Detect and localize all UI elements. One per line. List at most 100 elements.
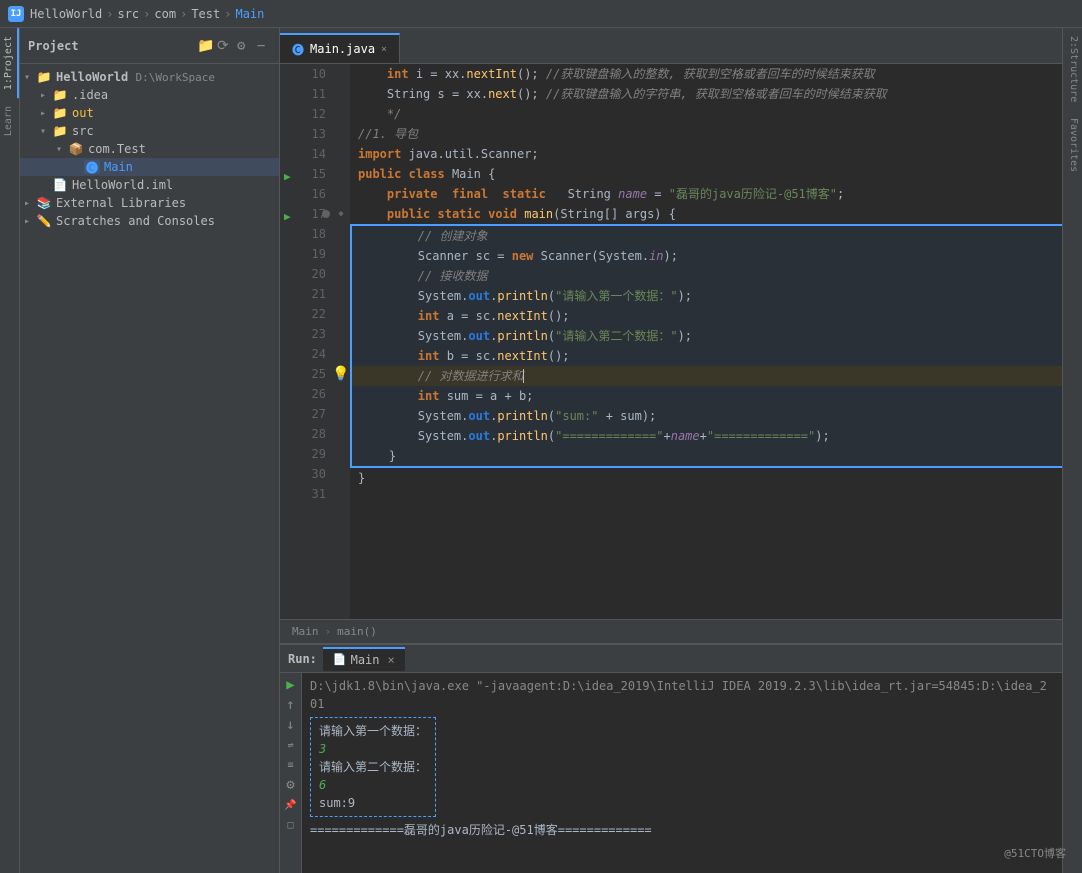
folder-icon-src: 📁 [52, 124, 68, 138]
run-wrap-button[interactable]: ⇌ [283, 737, 299, 753]
side-tab-learn[interactable]: Learn [0, 98, 19, 144]
folder-icon-out: 📁 [52, 106, 68, 120]
gutter-26 [332, 384, 350, 404]
code-line-11: String s = xx.next(); //获取键盘输入的字符串, 获取到空… [350, 84, 1062, 104]
code-line-17: public static void main(String[] args) { [350, 204, 1062, 224]
code-line-13: //1. 导包 [350, 124, 1062, 144]
right-tab-structure[interactable]: 2:Structure [1063, 28, 1082, 110]
bc-src: src [117, 7, 139, 21]
package-icon-comtest: 📦 [68, 142, 84, 156]
bookmark-17 [322, 210, 330, 218]
code-line-19: Scanner sc = new Scanner(System.in); [352, 246, 1062, 266]
run-output: D:\jdk1.8\bin\java.exe "-javaagent:D:\id… [302, 673, 1062, 873]
panel-icon-sync[interactable]: ⟳ [217, 39, 231, 53]
gutter-13 [332, 124, 350, 144]
ln-31: 31 [280, 484, 332, 504]
gutter-27 [332, 404, 350, 424]
tab-main-java[interactable]: 🅒 Main.java × [280, 33, 400, 63]
run-down-button[interactable]: ↓ [283, 717, 299, 733]
expand-arrow-comtest[interactable]: ▾ [56, 144, 68, 155]
run-play-button[interactable]: ▶ [283, 677, 299, 693]
expand-arrow-extlibs[interactable]: ▸ [24, 198, 36, 209]
gutter-19 [332, 244, 350, 264]
bc-test: Test [191, 7, 220, 21]
gutter-25: 💡 [332, 364, 350, 384]
panel-icon-folder[interactable]: 📁 [197, 39, 211, 53]
run-pin-button[interactable]: 📌 [283, 797, 299, 813]
tree-item-scratches[interactable]: ▸ ✏️ Scratches and Consoles [20, 212, 279, 230]
gutter-23 [332, 324, 350, 344]
run-settings-button[interactable]: ⚙ [283, 777, 299, 793]
editor-bc-method: main() [337, 625, 377, 638]
ln-16: 16 [280, 184, 332, 204]
gutter-21 [332, 284, 350, 304]
expand-arrow-scratches[interactable]: ▸ [24, 216, 36, 227]
tree-item-helloworld[interactable]: ▾ 📁 HelloWorld D:\WorkSpace [20, 68, 279, 86]
app-logo: IJ [8, 6, 24, 22]
tree-item-idea[interactable]: ▸ 📁 .idea [20, 86, 279, 104]
run-final-text: =============磊哥的java历险记-@51博客===========… [310, 823, 652, 837]
tree-label-extlibs: External Libraries [56, 196, 186, 210]
left-side-tabs: 1:Project Learn [0, 28, 20, 873]
ln-12: 12 [280, 104, 332, 124]
gutter-30 [332, 464, 350, 484]
scratches-icon: ✏️ [36, 214, 52, 228]
tab-close-main[interactable]: × [381, 44, 387, 55]
code-line-24: int b = sc.nextInt(); [352, 346, 1062, 366]
right-tab-favorites[interactable]: Favorites [1063, 110, 1082, 180]
tree-item-extlibs[interactable]: ▸ 📚 External Libraries [20, 194, 279, 212]
code-line-12: */ [350, 104, 1062, 124]
main-layout: 1:Project Learn Project 📁 ⟳ ⚙ − ▾ 📁 Hell… [0, 28, 1082, 873]
run-filter-button[interactable]: ≡ [283, 757, 299, 773]
tree-item-comtest[interactable]: ▾ 📦 com.Test [20, 140, 279, 158]
ln-18: 18 [280, 224, 332, 244]
tree-item-iml[interactable]: 📄 HelloWorld.iml [20, 176, 279, 194]
ln-30: 30 [280, 464, 332, 484]
code-line-23: System.out.println("请输入第二个数据："); [352, 326, 1062, 346]
tree-item-src[interactable]: ▾ 📁 src [20, 122, 279, 140]
tree-label-idea: .idea [72, 88, 108, 102]
code-line-20: // 接收数据 [352, 266, 1062, 286]
expand-arrow-out[interactable]: ▸ [40, 108, 52, 119]
run-layout-button[interactable]: □ [283, 817, 299, 833]
run-tab-main[interactable]: 📄 Main × [323, 647, 405, 671]
file-tree: ▾ 📁 HelloWorld D:\WorkSpace ▸ 📁 .idea ▸ … [20, 64, 279, 873]
tree-label-scratches: Scratches and Consoles [56, 214, 215, 228]
ln-25: 25 [280, 364, 332, 384]
bc-sep4: › [224, 7, 231, 21]
tree-label-comtest: com.Test [88, 142, 146, 156]
panel-icon-settings[interactable]: ⚙ [237, 39, 251, 53]
run-tab-close[interactable]: × [388, 653, 395, 667]
run-up-button[interactable]: ↑ [283, 697, 299, 713]
code-line-26: int sum = a + b; [352, 386, 1062, 406]
tree-item-main[interactable]: 🅒 Main [20, 158, 279, 176]
tree-label-iml: HelloWorld.iml [72, 178, 173, 192]
ln-15: ▶ 15 [280, 164, 332, 184]
tree-item-out[interactable]: ▸ 📁 out [20, 104, 279, 122]
side-tab-project[interactable]: 1:Project [0, 28, 19, 98]
run-out-5: sum:9 [319, 794, 427, 812]
gutter-10 [332, 64, 350, 84]
ln-19: 19 [280, 244, 332, 264]
editor-area: 🅒 Main.java × 10 11 12 13 14 ▶ 15 16 ▶ [280, 28, 1062, 873]
bc-helloworld: HelloWorld [30, 7, 102, 21]
iml-icon: 📄 [52, 178, 68, 192]
run-out-4: 6 [319, 776, 427, 794]
expand-arrow-src[interactable]: ▾ [40, 126, 52, 137]
class-icon-main: 🅒 [84, 160, 100, 174]
code-lines[interactable]: int i = xx.nextInt(); //获取键盘输入的整数, 获取到空格… [350, 64, 1062, 619]
ln-23: 23 [280, 324, 332, 344]
code-line-30: } [350, 468, 1062, 488]
tree-label-main-class: Main [104, 160, 133, 174]
panel-icon-minus[interactable]: − [257, 39, 271, 53]
ln-17: ▶ 17 [280, 204, 332, 224]
gutter-marker-17: ◆ [338, 209, 343, 219]
collapse-arrow[interactable]: ▾ [24, 72, 36, 83]
run-panel: Run: 📄 Main × ▶ ↑ ↓ ⇌ ≡ ⚙ 📌 □ [280, 643, 1062, 873]
gutter-17: ◆ [332, 204, 350, 224]
editor-bc-main: Main [292, 625, 319, 638]
right-side-tabs: 2:Structure Favorites [1062, 28, 1082, 873]
run-output-box: 请输入第一个数据： 3 请输入第二个数据： 6 sum:9 [310, 717, 436, 817]
expand-arrow-idea[interactable]: ▸ [40, 90, 52, 101]
run-out-1: 请输入第一个数据： [319, 722, 427, 740]
